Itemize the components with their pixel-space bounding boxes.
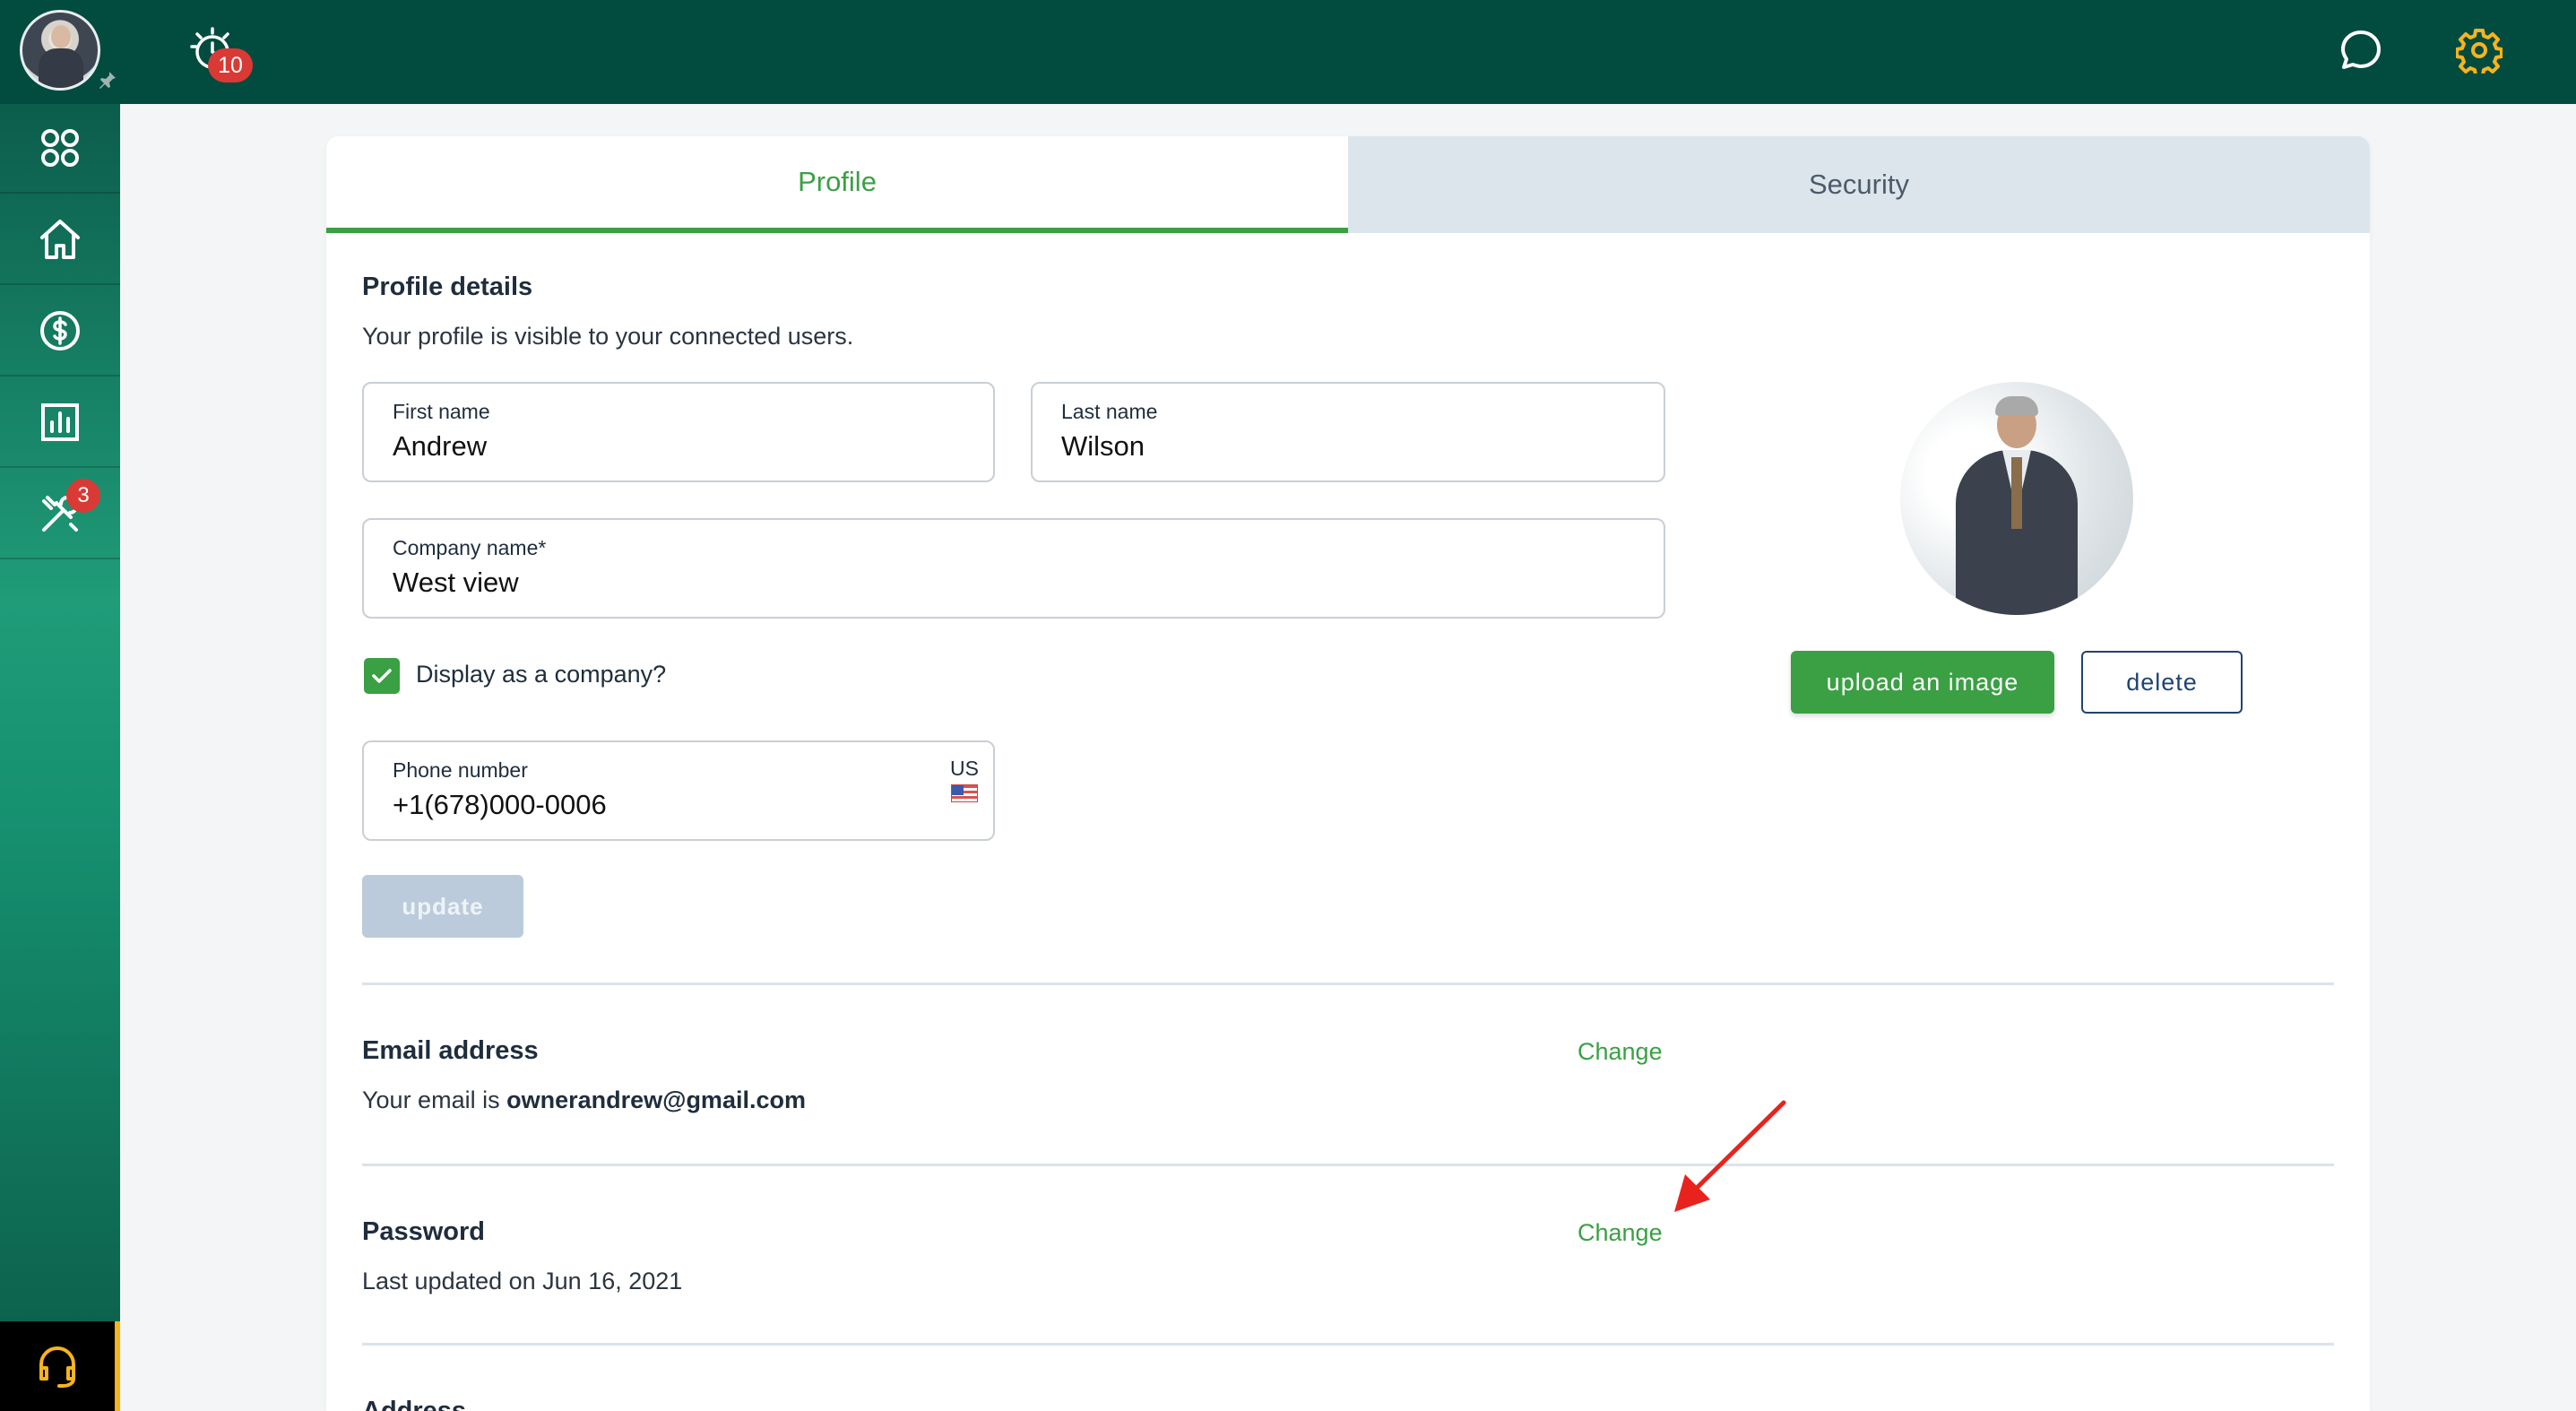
phone-number-field[interactable]: Phone number +1(678)000-0006 US: [362, 740, 995, 841]
display-company-label[interactable]: Display as a company?: [416, 661, 666, 688]
last-name-value[interactable]: Wilson: [1061, 430, 1566, 463]
country-selector[interactable]: US: [950, 757, 979, 802]
profile-picture: [1900, 382, 2133, 615]
delete-image-button[interactable]: delete: [2081, 651, 2243, 714]
notification-badge: 10: [208, 48, 253, 82]
tab-profile[interactable]: Profile: [326, 136, 1348, 233]
gear-icon[interactable]: [2456, 27, 2503, 74]
checkmark-icon: [372, 669, 392, 683]
first-name-label: First name: [393, 400, 490, 423]
first-name-field[interactable]: First name Andrew: [362, 382, 995, 482]
chart-icon: [41, 403, 79, 441]
change-email-link[interactable]: Change: [1578, 1038, 1663, 1066]
email-text: Your email is ownerandrew@gmail.com: [362, 1086, 806, 1114]
pin-icon[interactable]: [95, 69, 120, 94]
divider: [362, 1343, 2334, 1346]
us-flag-icon: [951, 784, 979, 802]
chat-icon[interactable]: [2338, 27, 2384, 74]
sidebar-item-home[interactable]: [0, 195, 120, 285]
phone-number-value[interactable]: +1(678)000-0006: [393, 789, 896, 821]
country-code: US: [950, 757, 979, 780]
tab-security[interactable]: Security: [1348, 136, 2370, 233]
company-name-field[interactable]: Company name* West view: [362, 518, 1665, 619]
sidebar-item-reports[interactable]: [0, 378, 120, 468]
top-bar: 10: [0, 0, 2576, 104]
sidebar-item-tools[interactable]: 3: [0, 470, 120, 559]
display-company-checkbox[interactable]: [364, 658, 400, 694]
divider: [362, 983, 2334, 985]
company-name-value[interactable]: West view: [393, 567, 1432, 599]
sidebar: 3: [0, 104, 120, 1411]
grid-icon: [41, 129, 79, 167]
support-button[interactable]: [0, 1321, 120, 1411]
email-prefix: Your email is: [362, 1086, 507, 1113]
company-name-label: Company name*: [393, 536, 547, 559]
change-password-link[interactable]: Change: [1578, 1219, 1663, 1247]
dollar-icon: [40, 311, 80, 351]
divider: [362, 1164, 2334, 1166]
password-last-updated: Last updated on Jun 16, 2021: [362, 1268, 683, 1294]
profile-details-subtitle: Your profile is visible to your connecte…: [362, 323, 854, 350]
sidebar-item-dashboard[interactable]: [0, 104, 120, 194]
home-icon: [40, 220, 80, 259]
upload-image-button[interactable]: upload an image: [1791, 651, 2054, 714]
sidebar-item-payments[interactable]: [0, 287, 120, 377]
tools-badge: 3: [66, 479, 100, 513]
alarm-button[interactable]: 10: [188, 25, 255, 86]
last-name-label: Last name: [1061, 400, 1158, 423]
annotation-arrow-icon: [1674, 1100, 1786, 1212]
email-title: Email address: [362, 1036, 539, 1065]
user-avatar-button[interactable]: [20, 10, 116, 96]
address-title: Address: [362, 1397, 467, 1411]
profile-details-title: Profile details: [362, 273, 533, 301]
password-title: Password: [362, 1217, 485, 1246]
update-button[interactable]: update: [362, 875, 523, 938]
avatar[interactable]: [20, 10, 100, 91]
phone-number-label: Phone number: [393, 758, 528, 782]
last-name-field[interactable]: Last name Wilson: [1031, 382, 1665, 482]
first-name-value[interactable]: Andrew: [393, 430, 896, 463]
email-value: ownerandrew@gmail.com: [506, 1086, 806, 1113]
headset-icon: [39, 1346, 75, 1388]
